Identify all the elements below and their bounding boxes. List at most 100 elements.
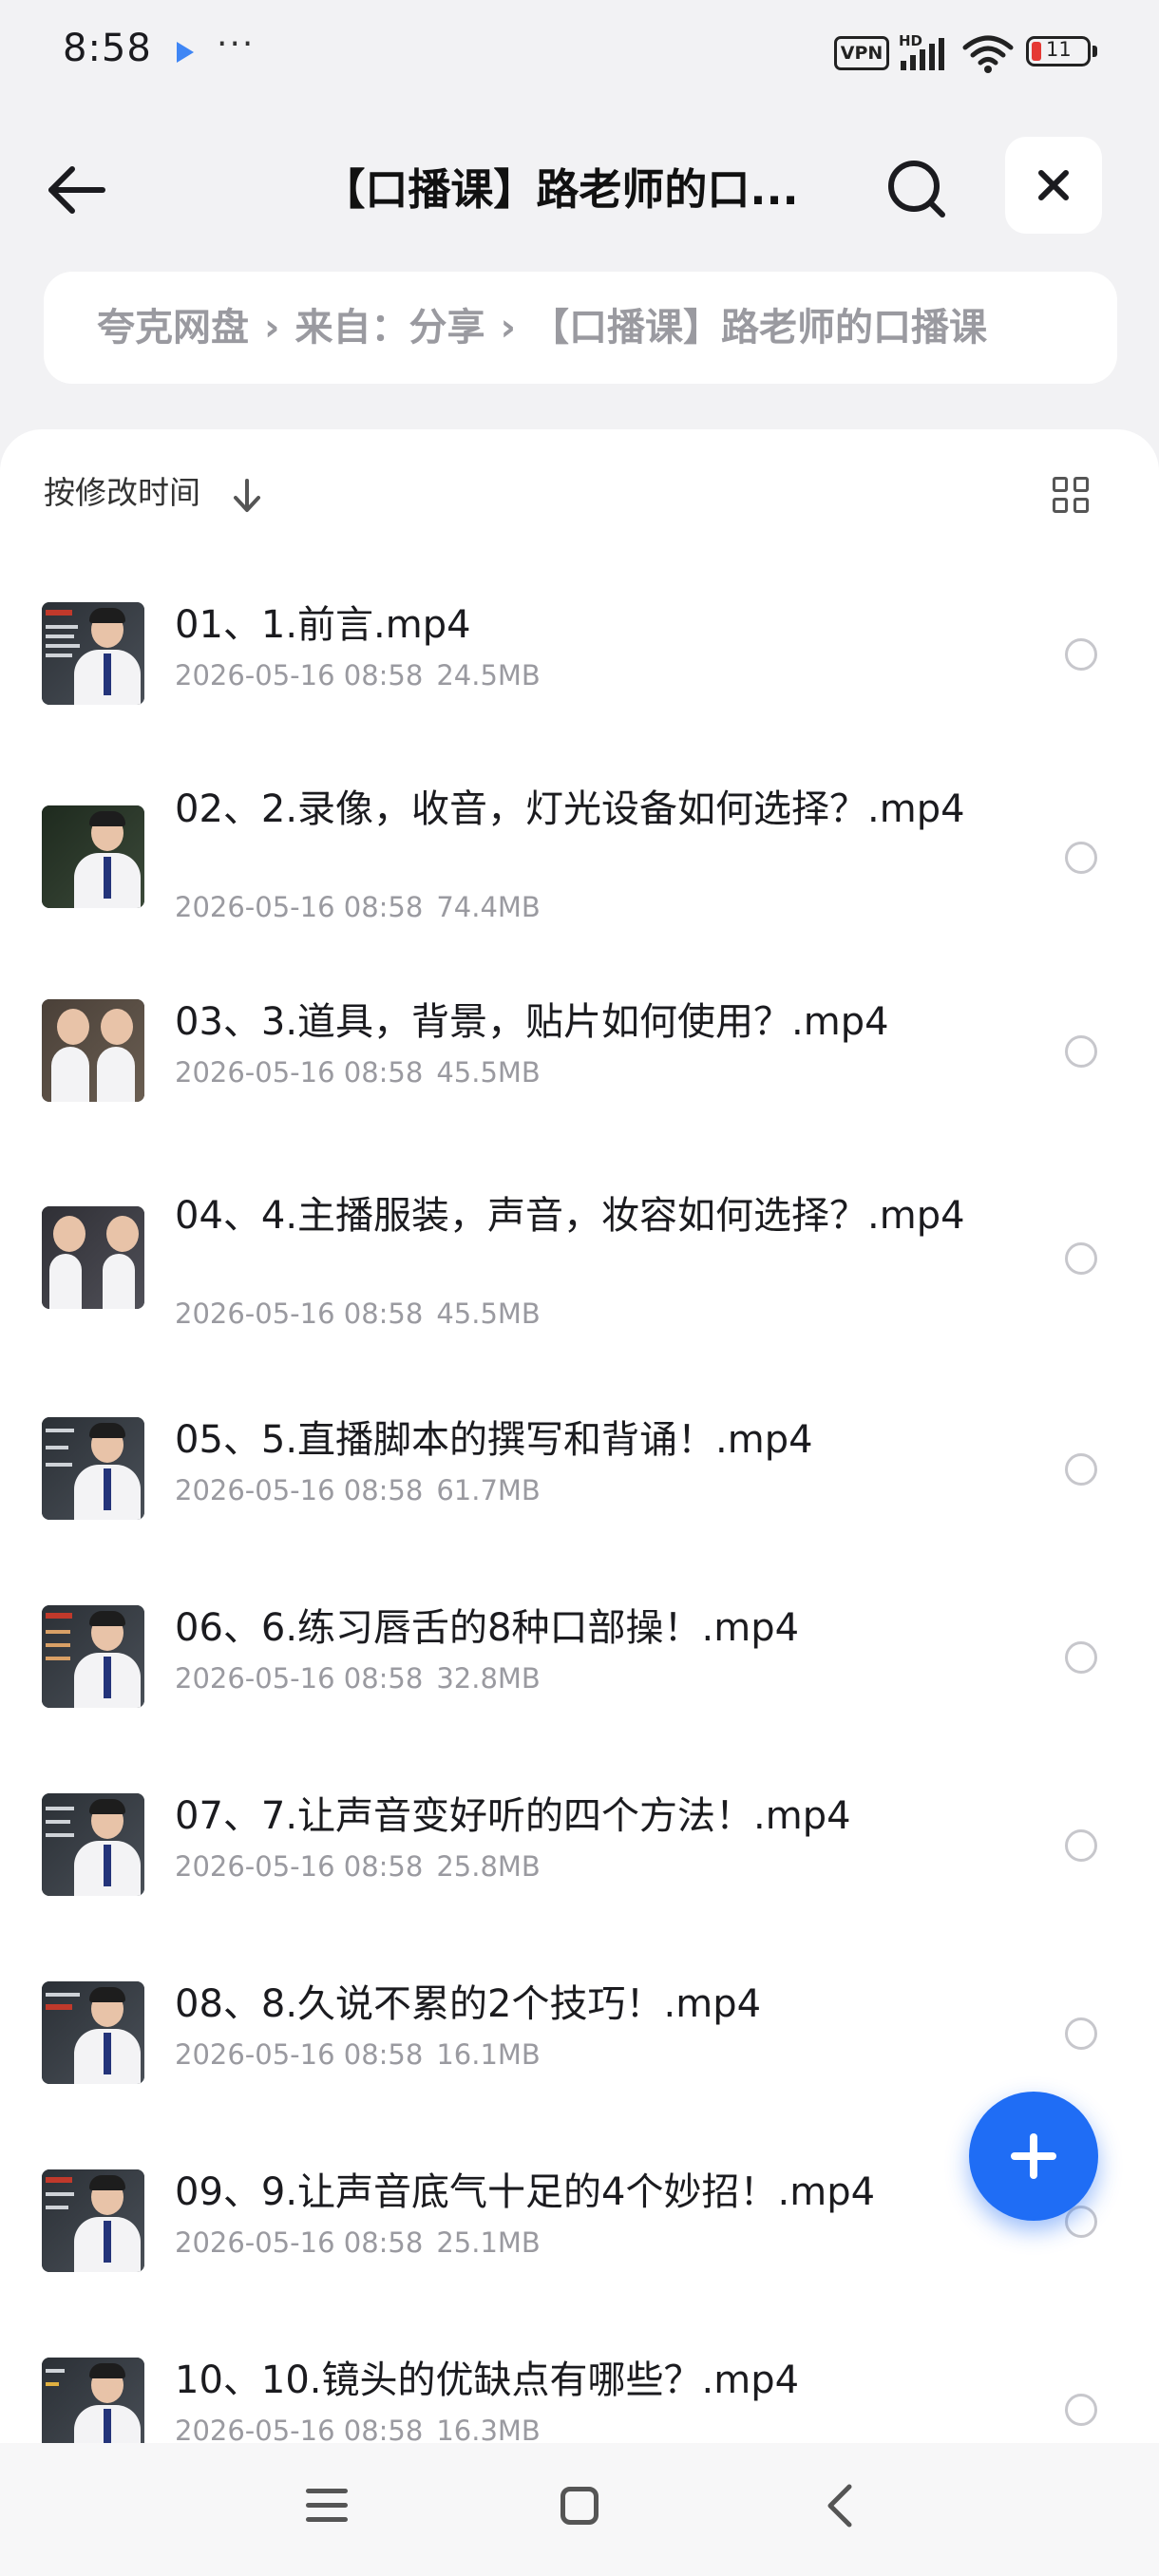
- vpn-badge: VPN: [834, 36, 889, 70]
- video-thumbnail: [42, 1417, 144, 1520]
- file-name: 04、4.主播服装，声音，妆容如何选择？.mp4: [175, 1194, 965, 1238]
- file-size: 25.8MB: [436, 1850, 541, 1883]
- file-meta: 2026-05-16 08:58 16.3MB: [175, 2415, 541, 2443]
- file-row[interactable]: 05、5.直播脚本的撰写和背诵！.mp4 2026-05-16 08:58 61.…: [0, 1373, 1159, 1562]
- file-date: 2026-05-16 08:58: [175, 1474, 424, 1506]
- video-thumbnail: [42, 1981, 144, 2084]
- breadcrumb-item-root[interactable]: 夸克网盘: [97, 306, 249, 350]
- chevron-right-icon: ›: [500, 306, 516, 350]
- nav-back-icon[interactable]: [817, 2481, 864, 2530]
- grid-cell: [1053, 498, 1068, 513]
- grid-cell: [1074, 498, 1089, 513]
- file-date: 2026-05-16 08:58: [175, 2038, 424, 2071]
- grid-cell: [1053, 477, 1068, 492]
- file-row[interactable]: 02、2.录像，收音，灯光设备如何选择？.mp4 2026-05-16 08:5…: [0, 748, 1159, 967]
- file-meta: 2026-05-16 08:58 61.7MB: [175, 1474, 541, 1506]
- file-date: 2026-05-16 08:58: [175, 659, 424, 691]
- file-meta: 2026-05-16 08:58 24.5MB: [175, 659, 541, 691]
- file-size: 24.5MB: [436, 659, 541, 691]
- close-button[interactable]: [1005, 137, 1102, 234]
- file-name: 09、9.让声音底气十足的4个妙招！.mp4: [175, 2170, 876, 2214]
- video-thumbnail: [42, 805, 144, 908]
- file-row[interactable]: 01、1.前言.mp4 2026-05-16 08:58 24.5MB: [0, 560, 1159, 748]
- breadcrumb: 夸克网盘 › 来自：分享 › 【口播课】路老师的口播课: [44, 272, 1117, 384]
- select-checkbox[interactable]: [1065, 842, 1097, 874]
- file-date: 2026-05-16 08:58: [175, 1850, 424, 1883]
- video-thumbnail: [42, 2169, 144, 2272]
- video-thumbnail: [42, 1206, 144, 1309]
- file-meta: 2026-05-16 08:58 32.8MB: [175, 1662, 541, 1695]
- file-name: 05、5.直播脚本的撰写和背诵！.mp4: [175, 1418, 813, 1462]
- select-checkbox[interactable]: [1065, 1035, 1097, 1068]
- file-date: 2026-05-16 08:58: [175, 1056, 424, 1089]
- arrow-down-icon[interactable]: [228, 475, 266, 517]
- select-checkbox[interactable]: [1065, 638, 1097, 671]
- battery-level: [1032, 42, 1041, 61]
- file-size: 74.4MB: [436, 891, 541, 923]
- select-checkbox[interactable]: [1065, 2394, 1097, 2426]
- file-row[interactable]: 10、10.镜头的优缺点有哪些？.mp4 2026-05-16 08:58 16.…: [0, 2314, 1159, 2443]
- video-thumbnail: [42, 1605, 144, 1708]
- file-size: 16.3MB: [436, 2415, 541, 2443]
- home-icon[interactable]: [560, 2487, 598, 2525]
- file-name: 08、8.久说不累的2个技巧！.mp4: [175, 1982, 762, 2026]
- file-meta: 2026-05-16 08:58 45.5MB: [175, 1056, 541, 1089]
- file-date: 2026-05-16 08:58: [175, 891, 424, 923]
- file-row[interactable]: 07、7.让声音变好听的四个方法！.mp4 2026-05-16 08:58 25…: [0, 1750, 1159, 1938]
- status-time: 8:58: [63, 27, 152, 70]
- select-checkbox[interactable]: [1065, 1242, 1097, 1275]
- file-row[interactable]: 04、4.主播服装，声音，妆容如何选择？.mp4 2026-05-16 08:5…: [0, 1155, 1159, 1373]
- file-meta: 2026-05-16 08:58 45.5MB: [175, 1297, 541, 1330]
- select-checkbox[interactable]: [1065, 2017, 1097, 2050]
- video-thumbnail: [42, 1793, 144, 1896]
- cell-signal-icon: [901, 38, 944, 70]
- file-date: 2026-05-16 08:58: [175, 2415, 424, 2443]
- close-icon: [1038, 170, 1069, 200]
- breadcrumb-item-share[interactable]: 来自：分享: [294, 306, 484, 350]
- file-date: 2026-05-16 08:58: [175, 1662, 424, 1695]
- breadcrumb-item-current: 【口播课】路老师的口播课: [530, 306, 987, 350]
- grid-cell: [1074, 477, 1089, 492]
- file-size: 61.7MB: [436, 1474, 541, 1506]
- file-row[interactable]: 06、6.练习唇舌的8种口部操！.mp4 2026-05-16 08:58 32.…: [0, 1562, 1159, 1750]
- wifi-icon: [962, 35, 1014, 73]
- battery-percent: 11: [1046, 38, 1072, 61]
- file-name: 07、7.让声音变好听的四个方法！.mp4: [175, 1794, 851, 1838]
- file-name: 03、3.道具，背景，贴片如何使用？.mp4: [175, 1000, 889, 1044]
- file-name: 10、10.镜头的优缺点有哪些？.mp4: [175, 2358, 800, 2402]
- file-name: 02、2.录像，收音，灯光设备如何选择？.mp4: [175, 787, 965, 831]
- grid-view-icon[interactable]: [1053, 477, 1092, 517]
- video-thumbnail: [42, 2358, 144, 2443]
- file-name: 01、1.前言.mp4: [175, 603, 471, 647]
- sort-button[interactable]: 按修改时间: [44, 467, 200, 513]
- battery-icon: 11: [1026, 36, 1091, 66]
- file-size: 45.5MB: [436, 1297, 541, 1330]
- back-arrow-icon[interactable]: [40, 152, 116, 228]
- select-checkbox[interactable]: [1065, 1829, 1097, 1862]
- file-date: 2026-05-16 08:58: [175, 2226, 424, 2259]
- select-checkbox[interactable]: [1065, 1641, 1097, 1674]
- battery-tip: [1092, 46, 1097, 57]
- select-checkbox[interactable]: [1065, 1453, 1097, 1486]
- video-thumbnail: [42, 602, 144, 705]
- file-date: 2026-05-16 08:58: [175, 1297, 424, 1330]
- file-name: 06、6.练习唇舌的8种口部操！.mp4: [175, 1606, 800, 1650]
- add-button[interactable]: [969, 2092, 1098, 2221]
- select-checkbox[interactable]: [1065, 2206, 1097, 2238]
- file-meta: 2026-05-16 08:58 25.1MB: [175, 2226, 541, 2259]
- file-size: 16.1MB: [436, 2038, 541, 2071]
- file-size: 32.8MB: [436, 1662, 541, 1695]
- search-icon[interactable]: [880, 152, 956, 228]
- more-notifications-icon: ···: [217, 25, 256, 64]
- recent-apps-icon[interactable]: [306, 2487, 348, 2525]
- file-row[interactable]: 08、8.久说不累的2个技巧！.mp4 2026-05-16 08:58 16.1…: [0, 1938, 1159, 2126]
- play-store-icon: [177, 42, 194, 63]
- file-size: 25.1MB: [436, 2226, 541, 2259]
- page-title: 【口播课】路老师的口...: [322, 164, 799, 215]
- file-meta: 2026-05-16 08:58 16.1MB: [175, 2038, 541, 2071]
- file-row[interactable]: 03、3.道具，背景，贴片如何使用？.mp4 2026-05-16 08:58 4…: [0, 967, 1159, 1155]
- file-meta: 2026-05-16 08:58 25.8MB: [175, 1850, 541, 1883]
- chevron-right-icon: ›: [264, 306, 280, 350]
- video-thumbnail: [42, 999, 144, 1102]
- file-meta: 2026-05-16 08:58 74.4MB: [175, 891, 541, 923]
